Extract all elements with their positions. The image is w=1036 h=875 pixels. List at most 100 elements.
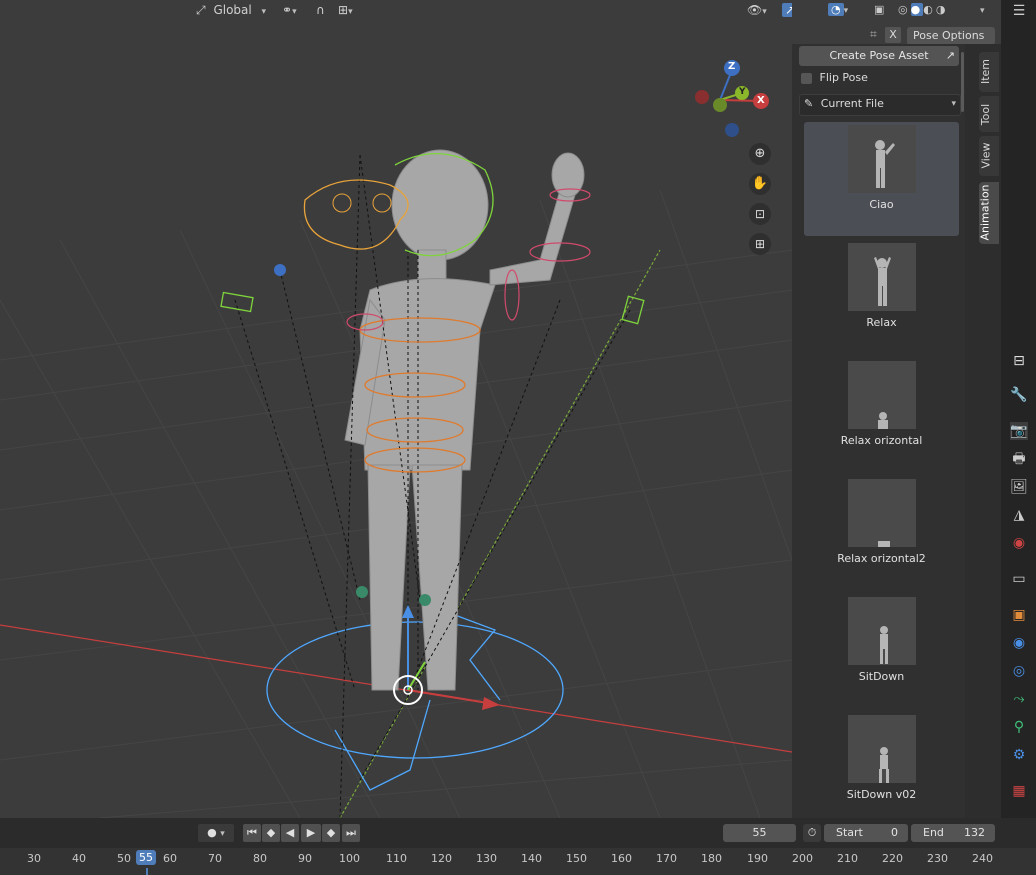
timeline-header: ● ▾ ⏮ ◆ ◀ ▶ ◆ ⏭ 55 ⏱ Start 0 End 132	[0, 818, 1036, 848]
current-frame-field[interactable]: 55	[723, 824, 796, 842]
editor-type-icon[interactable]: ⊟	[1010, 352, 1028, 370]
ik-target-left[interactable]	[220, 291, 254, 313]
root-control[interactable]	[266, 621, 564, 759]
pole-target[interactable]	[274, 264, 286, 276]
jump-start-button[interactable]: ⏮	[243, 824, 261, 842]
tab-item[interactable]: Item	[979, 52, 999, 92]
y-axis-label: Y	[739, 87, 746, 97]
frame-tick: 100	[339, 852, 360, 865]
frame-tick: 230	[927, 852, 948, 865]
stopwatch-icon[interactable]: ⏱	[803, 824, 821, 842]
material-shading-icon[interactable]: ◐	[923, 3, 936, 16]
object-properties-icon[interactable]: ▣	[1010, 606, 1028, 624]
frame-tick: 220	[882, 852, 903, 865]
asset-thumbnail	[848, 361, 916, 429]
particles-icon[interactable]: ◎	[1010, 662, 1028, 680]
pose-asset-sitdown-v02[interactable]: SitDown v02	[804, 712, 959, 826]
pan-hand-icon[interactable]: ✋	[749, 173, 771, 195]
tool-settings-icon[interactable]: 🔧	[1010, 386, 1028, 404]
bone-constraint-icon[interactable]: ⚙	[1010, 746, 1028, 764]
navigation-gizmo[interactable]: Z X Y	[694, 60, 774, 140]
prev-keyframe-icon: ◆	[266, 826, 276, 839]
shading-mode-group[interactable]: ◎●◐◑	[898, 1, 978, 19]
wireframe-shading-icon[interactable]: ◎	[898, 3, 911, 16]
end-frame-field[interactable]: End 132	[911, 824, 995, 842]
prev-keyframe-button[interactable]: ◆	[262, 824, 280, 842]
scene-properties-icon[interactable]: ◮	[1010, 506, 1028, 524]
solid-shading-icon[interactable]: ●	[910, 3, 924, 16]
frame-tick: 150	[566, 852, 587, 865]
tab-tool[interactable]: Tool	[979, 96, 999, 132]
pose-asset-relax-orizontal2[interactable]: Relax orizontal2	[804, 476, 959, 590]
orientation-icon: ⤢	[196, 3, 206, 17]
pose-asset-sitdown[interactable]: SitDown	[804, 594, 959, 708]
zoom-icon[interactable]: ⊕	[749, 143, 771, 165]
frame-tick: 40	[72, 852, 86, 865]
chevron-down-icon: ▾	[292, 7, 297, 17]
properties-editor: ☰ ⊟ 🔧 📷 🖶 🖼 ◮ ◉ ▭ ▣ ◉ ◎ ⤳ ⚲ ⚙ ▦	[1001, 0, 1036, 818]
flip-pose-row[interactable]: Flip Pose	[799, 68, 959, 88]
3d-viewport[interactable]: ⤢ Global ▾ ⚭▾ ∩ ⊞▾ 👁▾ ↗▾ Z X Y ⊕ ✋ ⊡ ⊞	[0, 0, 792, 818]
texture-icon[interactable]: ▦	[1010, 782, 1028, 800]
asset-library-select[interactable]: ✎ Current File ▾	[799, 94, 961, 116]
collection-icon[interactable]: ▭	[1010, 570, 1028, 588]
keying-button[interactable]: ● ▾	[198, 824, 234, 842]
asset-label: SitDown v02	[846, 788, 917, 801]
asset-thumbnail	[848, 597, 916, 665]
chevron-down-icon: ▾	[348, 7, 353, 17]
frame-tick: 60	[163, 852, 177, 865]
external-link-icon: ↗	[945, 49, 955, 62]
sidebar-scrollbar[interactable]	[961, 52, 964, 112]
playhead-marker[interactable]: 55	[136, 850, 156, 865]
perspective-grid-icon[interactable]: ⊞	[749, 233, 771, 255]
render-properties-icon[interactable]: 📷	[1010, 422, 1028, 440]
chevron-down-icon: ▾	[843, 6, 849, 16]
xray-icon[interactable]: ▣	[874, 1, 890, 19]
armature-data-icon[interactable]: ⚲	[1010, 718, 1028, 736]
gizmo-icon: ↗	[782, 3, 792, 17]
frame-tick: 190	[747, 852, 768, 865]
asset-label: Relax	[866, 316, 897, 329]
pivot-point-button[interactable]: ⚭▾	[282, 0, 310, 20]
chevron-down-icon: ▾	[951, 99, 956, 109]
snap-target-button[interactable]: ⊞▾	[338, 0, 364, 20]
next-keyframe-button[interactable]: ◆	[322, 824, 340, 842]
chevron-down-icon: ▾	[261, 7, 267, 17]
pose-asset-relax[interactable]: Relax	[804, 240, 959, 354]
physics-icon[interactable]: ⤳	[1010, 690, 1028, 708]
frame-tick: 50	[117, 852, 131, 865]
jump-end-button[interactable]: ⏭	[342, 824, 360, 842]
close-button[interactable]: X	[885, 27, 901, 43]
output-properties-icon[interactable]: 🖶	[1010, 450, 1028, 468]
shading-options-dropdown[interactable]: ▾	[980, 1, 992, 19]
outliner-icon[interactable]: ☰	[1010, 2, 1028, 20]
ik-target-right[interactable]	[621, 295, 645, 325]
start-frame-field[interactable]: Start 0	[824, 824, 908, 842]
play-reverse-button[interactable]: ◀	[281, 824, 299, 842]
frame-tick: 80	[253, 852, 267, 865]
pose-asset-relax-orizontal[interactable]: Relax orizontal	[804, 358, 959, 472]
camera-icon[interactable]: ⊡	[749, 203, 771, 225]
timeline-ruler[interactable]: 30 40 50 55 60 70 80 90 100 110 120 130 …	[0, 848, 1036, 875]
transform-orientation-select[interactable]: ⤢ Global ▾	[196, 0, 272, 20]
character-mesh[interactable]	[344, 149, 585, 691]
gizmo-toggle[interactable]: ↗▾	[782, 0, 792, 20]
rendered-shading-icon[interactable]: ◑	[936, 3, 949, 16]
modifier-icon[interactable]: ◉	[1010, 634, 1028, 652]
tab-view[interactable]: View	[979, 136, 999, 176]
play-reverse-icon: ◀	[285, 826, 295, 839]
visibility-button[interactable]: 👁▾	[747, 0, 777, 20]
flip-pose-label: Flip Pose	[819, 71, 868, 84]
world-properties-icon[interactable]: ◉	[1010, 534, 1028, 552]
frame-tick: 120	[431, 852, 452, 865]
flip-pose-checkbox[interactable]	[801, 72, 812, 84]
create-pose-asset-button[interactable]: Create Pose Asset ↗	[799, 46, 959, 66]
tab-animation[interactable]: Animation	[979, 182, 999, 244]
snap-target-icon: ⊞	[338, 3, 349, 17]
pose-options-dropdown[interactable]: Pose Options ▾	[907, 27, 995, 60]
pose-asset-ciao[interactable]: Ciao	[804, 122, 959, 236]
overlays-button[interactable]: ◔ ▾	[828, 1, 860, 19]
play-button[interactable]: ▶	[301, 824, 321, 842]
snap-toggle[interactable]: ∩	[316, 0, 334, 20]
view-layer-icon[interactable]: 🖼	[1010, 478, 1028, 496]
